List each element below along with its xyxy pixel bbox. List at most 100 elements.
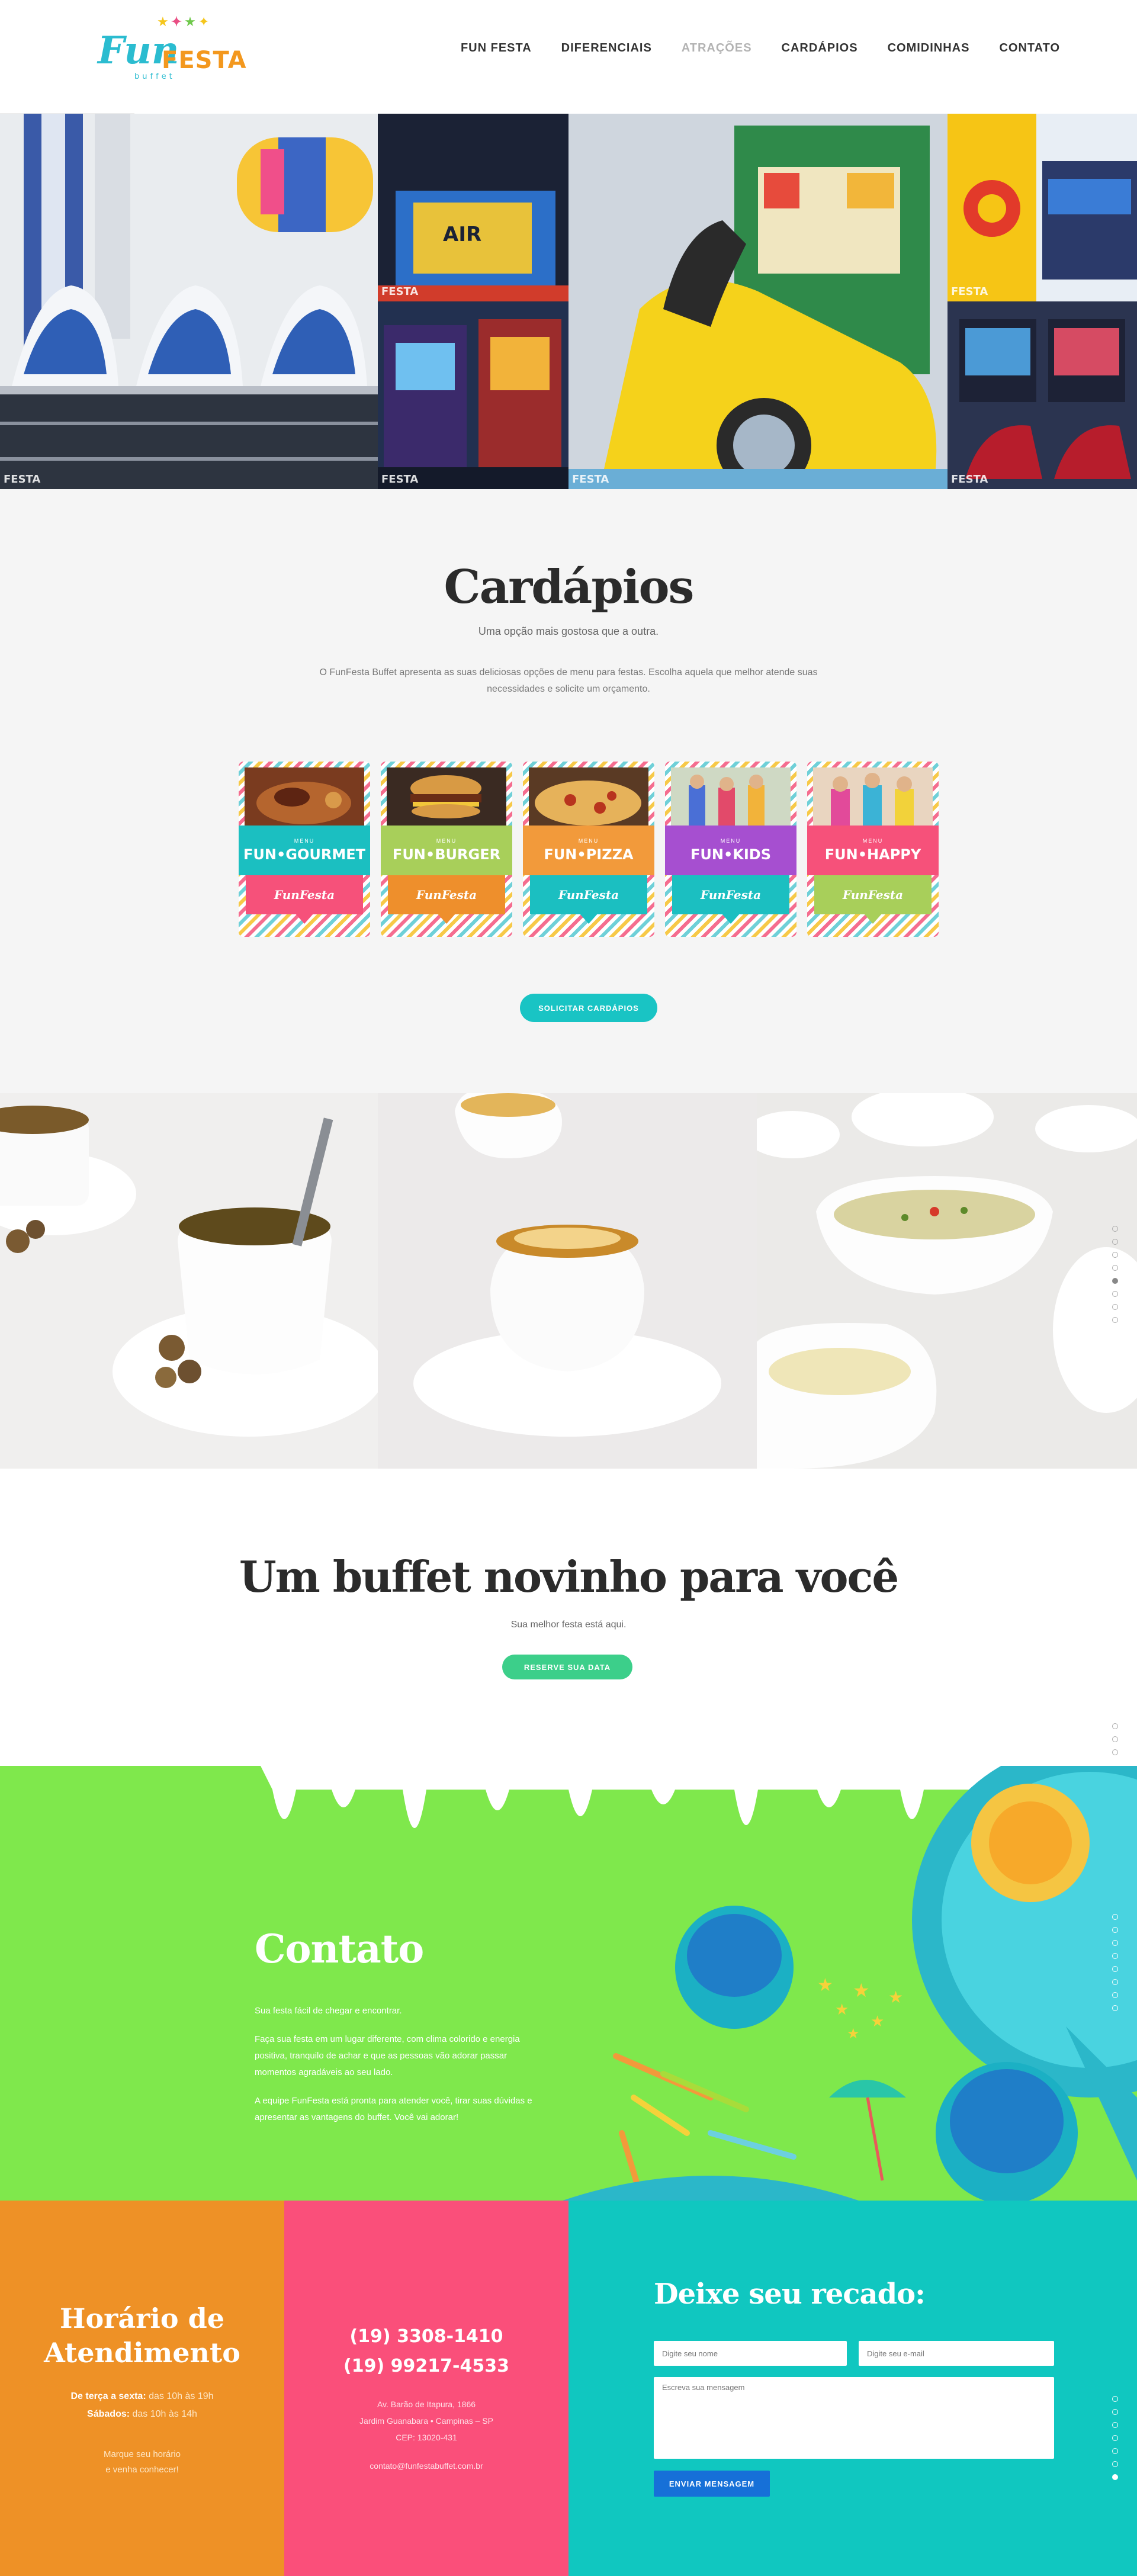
section-dot[interactable] — [1112, 1736, 1118, 1742]
menu-cards: MENU FUN•GOURMET FunFesta MENU FUN•BURGER … — [239, 762, 939, 939]
food-photo-pasta-bowls[interactable] — [757, 1093, 1137, 1469]
menu-tab-logo: FunFesta — [842, 888, 904, 902]
section-dot[interactable] — [1112, 1979, 1118, 1985]
section-dot[interactable] — [1112, 2005, 1118, 2011]
section-dot[interactable] — [1112, 2461, 1118, 2467]
menu-band: MENU FUN•BURGER — [381, 826, 512, 875]
nav-contato[interactable]: CONTATO — [999, 38, 1060, 58]
section-dot[interactable] — [1112, 2448, 1118, 2454]
section-dot[interactable] — [1112, 2396, 1118, 2402]
gallery-photo-motorbike-arcade[interactable]: FESTA — [948, 301, 1137, 489]
section-dot-nav — [1112, 1723, 1119, 1762]
nav-atracoes[interactable]: ATRAÇÕES — [682, 38, 752, 58]
nav-fun-festa[interactable]: FUN FESTA — [461, 38, 532, 58]
section-dot[interactable] — [1112, 1226, 1118, 1232]
gallery-photo-racing-seats[interactable]: FESTA — [0, 114, 378, 489]
section-dot[interactable] — [1112, 1966, 1118, 1972]
menu-name: FUN•BURGER — [392, 846, 501, 863]
section-dot[interactable] — [1112, 1239, 1118, 1245]
contato-section: ★ ★ ★ ★ ★ ★ Contato Sua festa fácil de c… — [0, 1766, 1137, 2201]
buffet-section: Um buffet novinho para você Sua melhor f… — [0, 1469, 1137, 1766]
menu-card-gourmet[interactable]: MENU FUN•GOURMET FunFesta — [239, 762, 370, 937]
menu-card-kids[interactable]: MENU FUN•KIDS FunFesta — [665, 762, 796, 937]
food-photo-pumpkin-bowl[interactable] — [378, 1093, 757, 1469]
horario-saturday: Sábados: das 10h às 14h — [0, 2409, 284, 2420]
nav-diferenciais[interactable]: DIFERENCIAIS — [561, 38, 652, 58]
horario-weekday-label: De terça a sexta: — [70, 2391, 146, 2401]
section-dot-active[interactable] — [1112, 1278, 1118, 1284]
contato-paragraph: Faça sua festa em um lugar diferente, co… — [255, 2034, 520, 2077]
svg-text:★: ★ — [853, 1979, 870, 2002]
section-dot[interactable] — [1112, 2435, 1118, 2441]
gallery-photo-air-hockey[interactable]: AIR FESTA — [378, 114, 568, 301]
menu-tab-logo: FunFesta — [416, 888, 477, 902]
menu-card-pizza[interactable]: MENU FUN•PIZZA FunFesta — [523, 762, 654, 937]
phone-landline[interactable]: (19) 3308-1410 — [284, 2326, 568, 2347]
horario-saturday-hours: das 10h às 14h — [130, 2409, 197, 2419]
menu-photo-kids — [671, 767, 791, 828]
menu-band: MENU FUN•HAPPY — [807, 826, 939, 875]
form-title: Deixe seu recado: — [654, 2278, 926, 2311]
menu-tab-pointer — [437, 913, 456, 924]
gallery-photo-arcade-machines[interactable]: FESTA — [378, 301, 568, 489]
send-message-button[interactable]: ENVIAR MENSAGEM — [654, 2471, 770, 2497]
attractions-gallery: FESTA AIR FESTA FESTA FESTA FESTA FESTA — [0, 114, 1137, 489]
menu-card-happy[interactable]: MENU FUN•HAPPY FunFesta — [807, 762, 939, 937]
name-input[interactable] — [654, 2341, 847, 2366]
gallery-photo-basketball-arcade[interactable]: FESTA — [948, 114, 1137, 301]
main-nav: FUN FESTA DIFERENCIAIS ATRAÇÕES CARDÁPIO… — [461, 38, 1060, 58]
section-dot[interactable] — [1112, 1304, 1118, 1310]
section-dot[interactable] — [1112, 1723, 1118, 1729]
reserve-sua-data-button[interactable]: RESERVE SUA DATA — [502, 1655, 632, 1679]
svg-text:AIR: AIR — [443, 223, 481, 246]
cardapios-title: Cardápios — [444, 560, 695, 614]
section-dot[interactable] — [1112, 1914, 1118, 1920]
section-dot[interactable] — [1112, 1992, 1118, 1998]
horario-saturday-label: Sábados: — [87, 2409, 130, 2419]
email-input[interactable] — [859, 2341, 1054, 2366]
food-photo-soup-cups[interactable] — [0, 1093, 378, 1469]
svg-text:★: ★ — [835, 2001, 849, 2019]
nav-cardapios[interactable]: CARDÁPIOS — [782, 38, 858, 58]
svg-text:★: ★ — [871, 2013, 884, 2031]
section-dot[interactable] — [1112, 2409, 1118, 2415]
logo-festa-text: FESTA — [162, 47, 247, 74]
section-dot[interactable] — [1112, 1252, 1118, 1258]
buffet-title: Um buffet novinho para você — [239, 1552, 899, 1602]
svg-text:★: ★ — [817, 1975, 833, 1996]
menu-tab-pointer — [721, 913, 740, 924]
section-dot[interactable] — [1112, 1940, 1118, 1946]
section-dot-active[interactable] — [1112, 2474, 1118, 2480]
horario-weekday-hours: das 10h às 19h — [146, 2391, 214, 2401]
menu-band: MENU FUN•PIZZA — [523, 826, 654, 875]
contato-title: Contato — [255, 1926, 424, 1972]
nav-comidinhas[interactable]: COMIDINHAS — [888, 38, 970, 58]
section-dot-nav — [1112, 2396, 1119, 2487]
menu-tab-pointer — [863, 913, 882, 924]
section-dot[interactable] — [1112, 1749, 1118, 1755]
contact-email-link[interactable]: contato@funfestabuffet.com.br — [284, 2458, 568, 2474]
confetti-stars-icon: ★✦★✦ — [157, 14, 212, 29]
funfesta-logo[interactable]: ★✦★✦ Fun FESTA buffet — [98, 14, 1137, 370]
menu-photo-happy — [813, 767, 933, 828]
section-dot[interactable] — [1112, 1265, 1118, 1271]
menu-card-burger[interactable]: MENU FUN•BURGER FunFesta — [381, 762, 512, 937]
section-dot-nav — [1112, 1226, 1119, 1330]
phone-mobile[interactable]: (19) 99217-4533 — [284, 2356, 568, 2376]
gallery-photo-yellow-car-ride[interactable]: FESTA — [568, 114, 948, 489]
cardapios-section: Cardápios Uma opção mais gostosa que a o… — [0, 489, 1137, 1093]
section-dot[interactable] — [1112, 1317, 1118, 1323]
message-form-panel: Deixe seu recado: ENVIAR MENSAGEM — [568, 2201, 1137, 2576]
section-dot[interactable] — [1112, 1927, 1118, 1933]
section-dot[interactable] — [1112, 1953, 1118, 1959]
section-dot[interactable] — [1112, 2422, 1118, 2428]
menu-tab-logo: FunFesta — [558, 888, 619, 902]
solicitar-cardapios-button[interactable]: SOLICITAR CARDÁPIOS — [520, 994, 657, 1022]
menu-tab: FunFesta — [530, 875, 647, 914]
section-dot[interactable] — [1112, 1291, 1118, 1297]
section-dot-nav — [1112, 1914, 1119, 2018]
menu-pre-label: MENU — [436, 838, 457, 844]
message-textarea[interactable] — [654, 2377, 1054, 2459]
menu-tab-pointer — [579, 913, 598, 924]
site-header: ★✦★✦ Fun FESTA buffet FUN FESTA DIFERENC… — [0, 0, 1137, 370]
